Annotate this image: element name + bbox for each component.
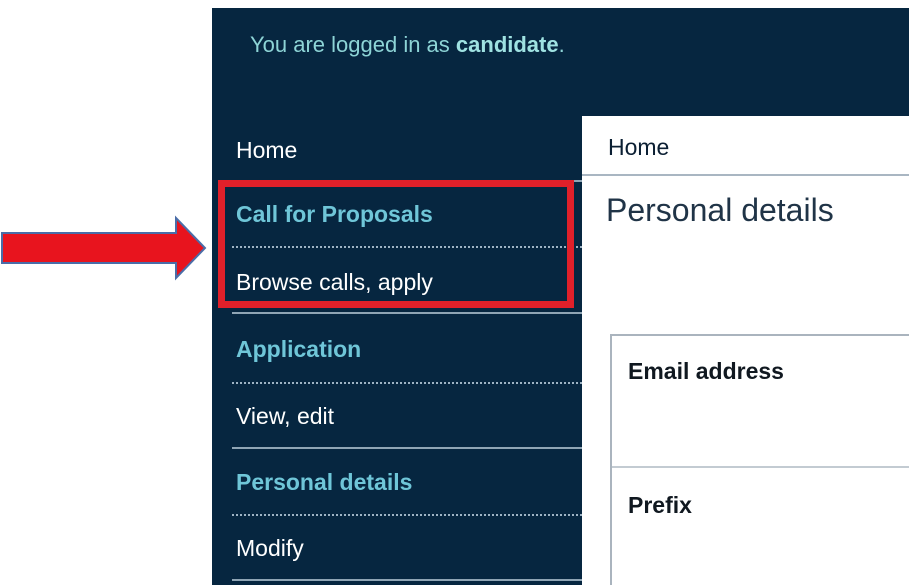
breadcrumb: Home [582, 116, 909, 176]
page-title: Personal details [606, 192, 834, 228]
form-row-divider [612, 466, 909, 468]
sidebar-section-application[interactable]: Application [212, 338, 582, 361]
sidebar-item-home[interactable]: Home [212, 139, 582, 162]
form-label-prefix: Prefix [628, 492, 692, 518]
sidebar-section-personal-details[interactable]: Personal details [212, 471, 582, 494]
header-banner: You are logged in as candidate. [212, 8, 909, 116]
sidebar-item-modify[interactable]: Modify [212, 537, 582, 560]
personal-details-form: Email address Prefix [610, 334, 909, 585]
annotation-arrow-icon [1, 215, 207, 281]
sidebar-dotted-divider [232, 382, 586, 384]
logged-in-suffix: . [558, 32, 565, 57]
screen: You are logged in as candidate. Home Cal… [0, 0, 909, 585]
logged-in-prefix: You are logged in as [250, 32, 456, 57]
sidebar-dotted-divider [232, 514, 586, 516]
annotation-highlight-box [218, 180, 574, 308]
logged-in-username: candidate [455, 32, 559, 57]
form-label-email: Email address [628, 358, 784, 384]
sidebar-divider [232, 447, 586, 449]
breadcrumb-home[interactable]: Home [608, 134, 669, 161]
sidebar-divider [232, 579, 586, 581]
main-content: Home Personal details Email address Pref… [582, 116, 909, 585]
sidebar-item-view-edit[interactable]: View, edit [212, 405, 582, 428]
sidebar-divider [232, 312, 586, 314]
